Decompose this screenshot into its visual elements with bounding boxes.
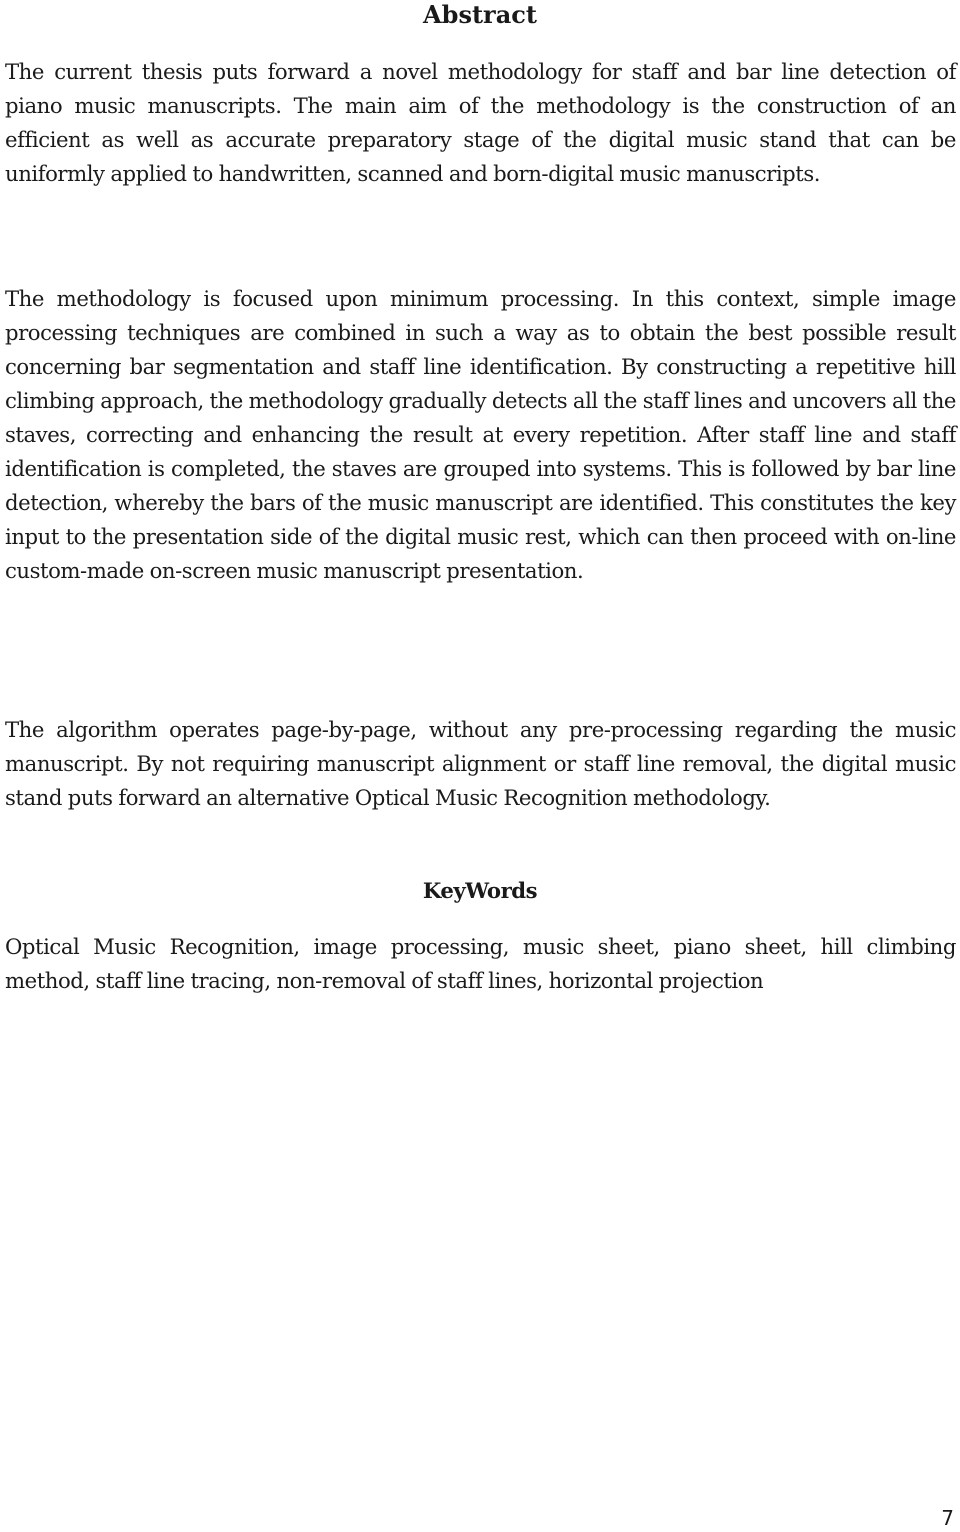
- keywords-heading: KeyWords: [422, 878, 538, 903]
- abstract-title: Abstract: [423, 0, 537, 29]
- keywords-list: Optical Music Recognition, image process…: [5, 934, 956, 993]
- document-page: Abstract The current thesis puts forward…: [0, 0, 960, 1532]
- page-number: 7: [941, 1506, 954, 1530]
- abstract-paragraph-1: The current thesis puts forward a novel …: [5, 59, 956, 186]
- abstract-paragraph-3: The algorithm operates page-by-page, wit…: [5, 717, 956, 810]
- abstract-paragraph-2: The methodology is focused upon minimum …: [5, 286, 956, 583]
